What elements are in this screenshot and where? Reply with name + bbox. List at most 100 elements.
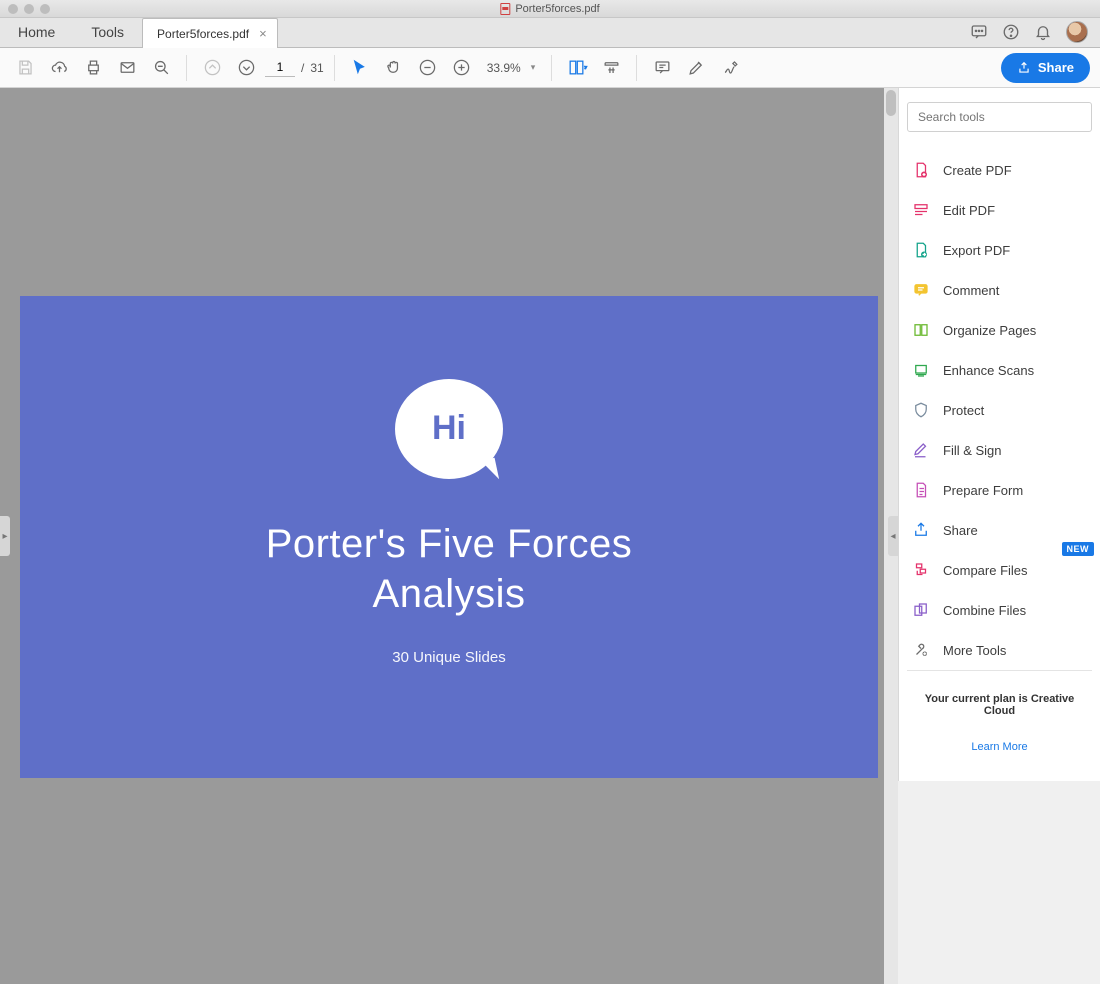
- page-total: 31: [310, 61, 323, 75]
- tools-link[interactable]: Tools: [73, 17, 142, 47]
- window-title-text: Porter5forces.pdf: [515, 3, 599, 15]
- save-icon[interactable]: [10, 53, 40, 83]
- tool-label: Enhance Scans: [943, 363, 1034, 378]
- tool-label: Create PDF: [943, 163, 1012, 178]
- zoom-dropdown[interactable]: 33.9% ▾: [481, 61, 542, 75]
- fit-page-icon[interactable]: ▾: [562, 53, 592, 83]
- left-panel-expander[interactable]: ▸: [0, 516, 10, 556]
- tool-comment[interactable]: Comment: [907, 270, 1092, 310]
- share-button[interactable]: Share: [1001, 53, 1090, 83]
- tool-label: More Tools: [943, 643, 1006, 658]
- bubble-text: Hi: [432, 409, 466, 448]
- bell-icon[interactable]: [1034, 23, 1052, 41]
- slide-title: Porter's Five Forces Analysis: [266, 519, 633, 619]
- tool-create-pdf[interactable]: Create PDF: [907, 150, 1092, 190]
- toolbar-separator: [186, 55, 187, 81]
- tool-enhance-scans[interactable]: Enhance Scans: [907, 350, 1092, 390]
- tool-compare-files[interactable]: NEW Compare Files: [907, 550, 1092, 590]
- scrollbar-thumb[interactable]: [886, 90, 896, 116]
- slide-title-line1: Porter's Five Forces: [266, 519, 633, 569]
- organize-pages-icon: [911, 320, 931, 340]
- share-icon: [911, 520, 931, 540]
- tab-row: Home Tools Porter5forces.pdf ×: [0, 18, 1100, 48]
- zoom-out-magnifier-icon[interactable]: [146, 53, 176, 83]
- compare-files-icon: [911, 560, 931, 580]
- hand-pan-icon[interactable]: [379, 53, 409, 83]
- search-tools-input[interactable]: [907, 102, 1092, 132]
- maximize-window-icon[interactable]: [40, 4, 50, 14]
- tool-label: Combine Files: [943, 603, 1026, 618]
- arrow-pointer-icon[interactable]: [345, 53, 375, 83]
- document-viewport[interactable]: ▸ Hi Porter's Five Forces Analysis 30 Un…: [0, 88, 898, 984]
- minimize-window-icon[interactable]: [24, 4, 34, 14]
- close-window-icon[interactable]: [8, 4, 18, 14]
- traffic-lights[interactable]: [0, 4, 50, 14]
- file-tab-label: Porter5forces.pdf: [157, 27, 249, 41]
- slide-subtitle: 30 Unique Slides: [392, 649, 505, 666]
- toolbar-separator: [551, 55, 552, 81]
- read-mode-icon[interactable]: [596, 53, 626, 83]
- export-pdf-icon: [911, 240, 931, 260]
- more-tools-icon: [911, 640, 931, 660]
- tool-label: Comment: [943, 283, 999, 298]
- page-down-icon[interactable]: [231, 53, 261, 83]
- tool-label: Organize Pages: [943, 323, 1036, 338]
- fill-sign-icon: [911, 440, 931, 460]
- create-pdf-icon: [911, 160, 931, 180]
- tool-protect[interactable]: Protect: [907, 390, 1092, 430]
- comment-note-icon[interactable]: [647, 53, 677, 83]
- main-area: ▸ Hi Porter's Five Forces Analysis 30 Un…: [0, 88, 1100, 984]
- chevron-down-icon: ▾: [531, 62, 536, 73]
- toolbar-separator: [334, 55, 335, 81]
- header-right-icons: [970, 17, 1100, 47]
- toolbar: / 31 33.9% ▾ ▾ Share: [0, 48, 1100, 88]
- edit-pdf-icon: [911, 200, 931, 220]
- zoom-level: 33.9%: [487, 61, 521, 75]
- slide-title-line2: Analysis: [266, 569, 633, 619]
- tool-more-tools[interactable]: More Tools: [907, 630, 1092, 670]
- tool-fill-sign[interactable]: Fill & Sign: [907, 430, 1092, 470]
- home-link[interactable]: Home: [0, 17, 73, 47]
- tool-prepare-form[interactable]: Prepare Form: [907, 470, 1092, 510]
- pdf-page: Hi Porter's Five Forces Analysis 30 Uniq…: [20, 296, 878, 778]
- chat-icon[interactable]: [970, 23, 988, 41]
- tool-combine-files[interactable]: Combine Files: [907, 590, 1092, 630]
- highlight-pen-icon[interactable]: [681, 53, 711, 83]
- user-avatar[interactable]: [1066, 21, 1088, 43]
- window-title: Porter5forces.pdf: [500, 3, 599, 15]
- cloud-upload-icon[interactable]: [44, 53, 74, 83]
- signature-icon[interactable]: [715, 53, 745, 83]
- print-icon[interactable]: [78, 53, 108, 83]
- tool-label: Protect: [943, 403, 984, 418]
- page-number-input[interactable]: [265, 58, 295, 77]
- file-tab[interactable]: Porter5forces.pdf ×: [142, 18, 278, 48]
- tool-edit-pdf[interactable]: Edit PDF: [907, 190, 1092, 230]
- toolbar-separator: [636, 55, 637, 81]
- tool-label: Fill & Sign: [943, 443, 1002, 458]
- combine-files-icon: [911, 600, 931, 620]
- tool-label: Share: [943, 523, 978, 538]
- close-tab-icon[interactable]: ×: [259, 26, 267, 41]
- tool-label: Prepare Form: [943, 483, 1023, 498]
- share-upload-icon: [1017, 61, 1031, 75]
- mail-icon[interactable]: [112, 53, 142, 83]
- pdf-file-icon: [500, 3, 510, 15]
- zoom-out-icon[interactable]: [413, 53, 443, 83]
- learn-more-link[interactable]: Learn More: [911, 741, 1088, 753]
- protect-shield-icon: [911, 400, 931, 420]
- tool-label: Export PDF: [943, 243, 1010, 258]
- tool-organize-pages[interactable]: Organize Pages: [907, 310, 1092, 350]
- prepare-form-icon: [911, 480, 931, 500]
- page-up-icon[interactable]: [197, 53, 227, 83]
- zoom-in-icon[interactable]: [447, 53, 477, 83]
- share-button-label: Share: [1038, 60, 1074, 75]
- tool-label: Compare Files: [943, 563, 1028, 578]
- help-icon[interactable]: [1002, 23, 1020, 41]
- comment-icon: [911, 280, 931, 300]
- tools-panel: Create PDF Edit PDF Export PDF Comment O: [898, 88, 1100, 781]
- plan-box: Your current plan is Creative Cloud Lear…: [907, 670, 1092, 781]
- plan-message: Your current plan is Creative Cloud: [911, 693, 1088, 717]
- tool-export-pdf[interactable]: Export PDF: [907, 230, 1092, 270]
- right-panel-collapser[interactable]: ◂: [888, 516, 898, 556]
- page-separator: /: [301, 61, 304, 75]
